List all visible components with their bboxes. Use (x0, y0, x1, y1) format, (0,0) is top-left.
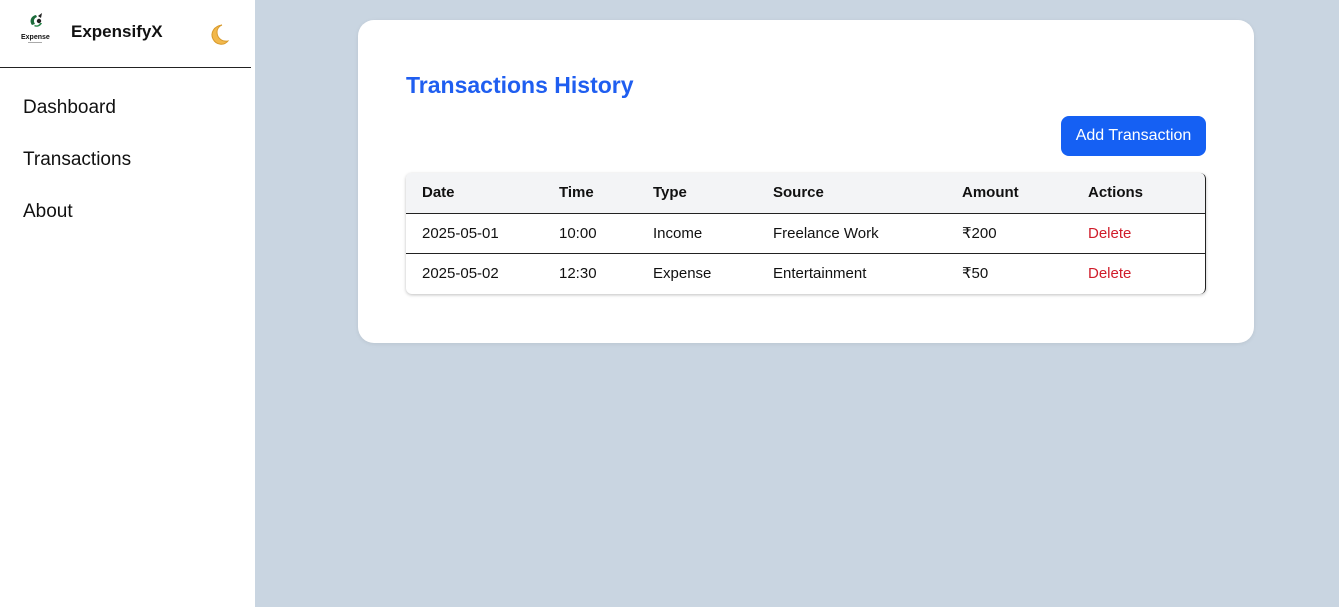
header-actions: Actions (1088, 184, 1144, 202)
header-time: Time (559, 184, 594, 202)
header-source: Source (773, 184, 824, 202)
sidebar-item-about[interactable]: About (0, 186, 255, 238)
header-date: Date (422, 184, 455, 202)
sidebar-item-dashboard[interactable]: Dashboard (0, 82, 255, 134)
cell-type: Expense (653, 264, 712, 282)
header-amount: Amount (962, 184, 1019, 202)
moon-icon[interactable] (205, 22, 231, 48)
delete-button[interactable]: Delete (1088, 225, 1131, 242)
sidebar: Expense ExpensifyX Dashboard Transaction… (0, 0, 255, 607)
cell-date: 2025-05-02 (422, 264, 499, 282)
logo-icon: Expense (21, 13, 50, 43)
cell-amount: ₹50 (962, 265, 989, 283)
table-row: 2025-05-02 12:30 Expense Entertainment ₹… (406, 253, 1205, 293)
brand-name: ExpensifyX (71, 22, 163, 41)
brand-header: Expense ExpensifyX (0, 0, 251, 68)
sidebar-nav: Dashboard Transactions About (0, 82, 255, 238)
transactions-table: Date Time Type Source Amount Actions 202… (406, 173, 1206, 294)
cell-source: Entertainment (773, 264, 867, 282)
cell-time: 12:30 (559, 264, 597, 282)
transactions-card: Transactions History Add Transaction Dat… (358, 20, 1254, 343)
logo-text: Expense (21, 34, 50, 41)
sidebar-item-transactions[interactable]: Transactions (0, 134, 255, 186)
table-row: 2025-05-01 10:00 Income Freelance Work ₹… (406, 213, 1205, 253)
table-header-row: Date Time Type Source Amount Actions (406, 173, 1205, 213)
page-title: Transactions History (406, 72, 634, 98)
cell-time: 10:00 (559, 224, 597, 242)
cell-source: Freelance Work (773, 224, 879, 242)
delete-button[interactable]: Delete (1088, 265, 1131, 282)
add-transaction-button[interactable]: Add Transaction (1061, 116, 1206, 156)
cell-amount: ₹200 (962, 225, 997, 242)
cell-date: 2025-05-01 (422, 224, 499, 242)
cell-type: Income (653, 224, 703, 242)
header-type: Type (653, 184, 687, 202)
